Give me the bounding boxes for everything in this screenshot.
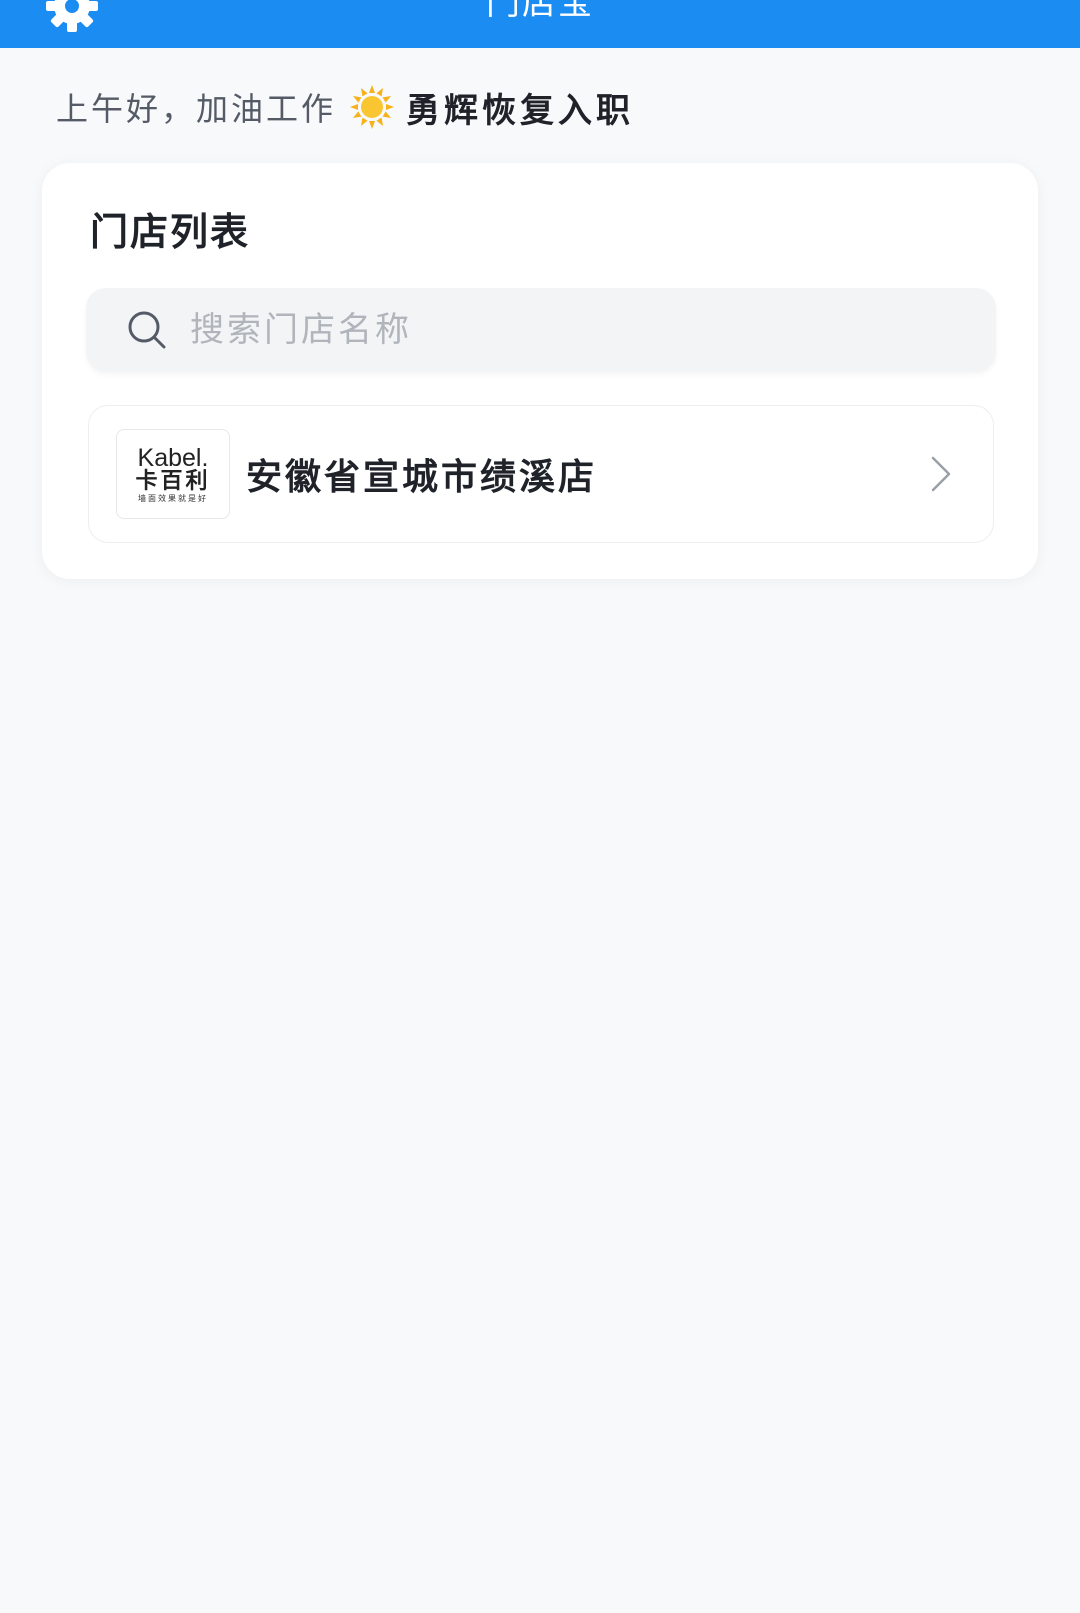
store-logo: Kabel. 卡百利 墙面效果就是好 xyxy=(116,429,230,519)
logo-brand-cn: 卡百利 xyxy=(135,469,211,494)
store-name: 安徽省宣城市绩溪店 xyxy=(246,457,598,498)
app-root: 门店宝 上午好，加油工作 勇辉恢复入职 门店列表 搜索门店名称 Kabel. 卡… xyxy=(0,0,1080,1613)
sun-icon xyxy=(350,85,395,129)
store-list-item[interactable]: Kabel. 卡百利 墙面效果就是好 安徽省宣城市绩溪店 xyxy=(88,405,994,543)
greeting-text: 上午好，加油工作 xyxy=(56,90,337,128)
store-list-card: 门店列表 Kabel. 卡百利 墙面效果就是好 安徽省宣城市绩溪店 xyxy=(42,163,1038,579)
logo-brand-en: Kabel. xyxy=(137,444,209,472)
user-name: 勇辉恢复入职 xyxy=(406,90,635,131)
search-icon xyxy=(128,311,166,349)
top-navigation-bar: 门店宝 xyxy=(0,0,1080,48)
store-search-input[interactable] xyxy=(188,309,952,351)
page-title: 门店宝 xyxy=(486,0,594,23)
store-list-title: 门店列表 xyxy=(90,210,251,254)
logo-slogan: 墙面效果就是好 xyxy=(138,494,208,503)
chevron-right-icon xyxy=(931,456,951,492)
store-search-box[interactable] xyxy=(86,288,996,372)
greeting-bar: 上午好，加油工作 勇辉恢复入职 xyxy=(56,82,634,132)
